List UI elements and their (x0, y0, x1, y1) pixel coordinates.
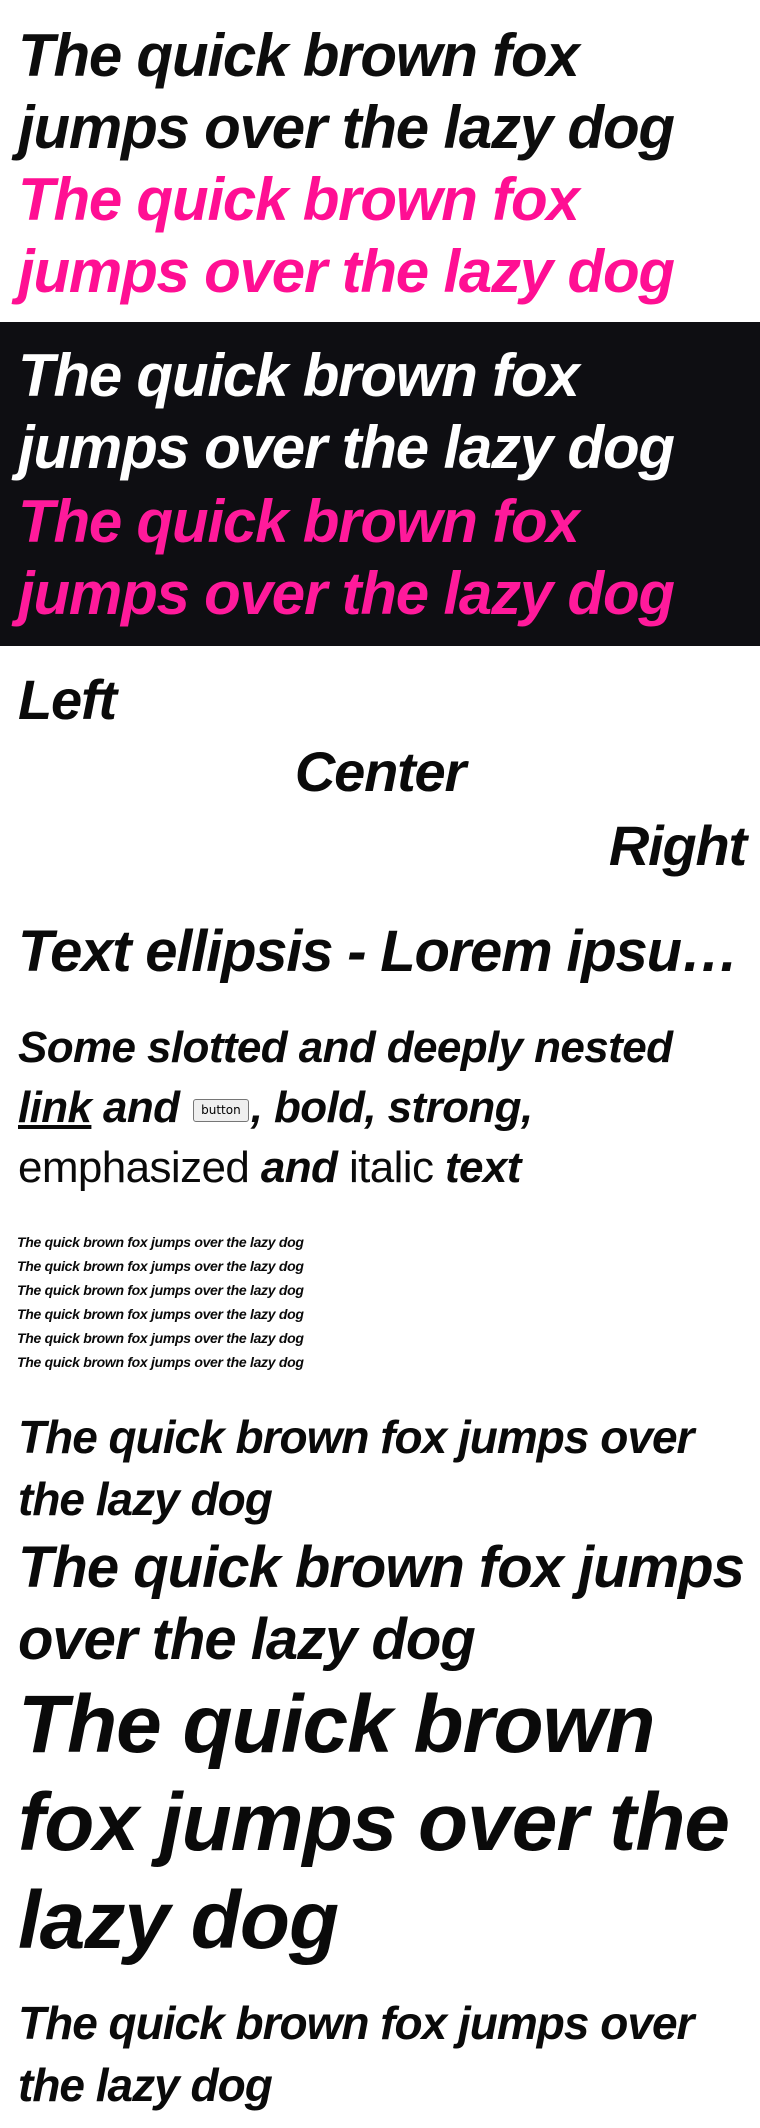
light-accent-heading: The quick brown fox jumps over the lazy … (18, 166, 675, 305)
slotted-text: text (445, 1143, 521, 1192)
small-text-line: The quick brown fox jumps over the lazy … (17, 1282, 304, 1298)
size-sample-large: The quick brown fox jumps over the lazy … (18, 1535, 745, 1672)
size-sample-xlarge: The quick brown fox jumps over the lazy … (18, 1679, 730, 1966)
slotted-bold: bold (273, 1083, 365, 1132)
ellipsis-text: Text ellipsis - Lorem ipsum dolor sit am… (18, 919, 742, 984)
slotted-emphasized: emphasized (18, 1143, 250, 1192)
small-text-line: The quick brown fox jumps over the lazy … (17, 1330, 304, 1346)
size-sample-medium: The quick brown fox jumps over the lazy … (18, 1411, 694, 1525)
align-right-text: Right (608, 814, 747, 877)
slotted-paragraph: Some slotted and deeply nested link and … (18, 1018, 742, 1198)
align-left-text: Left (18, 668, 117, 731)
dark-default-heading: The quick brown fox jumps over the lazy … (18, 342, 675, 481)
size-sample-medium-repeat: The quick brown fox jumps over the lazy … (18, 1997, 694, 2111)
slotted-and-2: and (260, 1143, 338, 1192)
small-text-line: The quick brown fox jumps over the lazy … (17, 1258, 304, 1274)
slotted-comma-2: , (520, 1083, 533, 1132)
dark-accent-heading: The quick brown fox jumps over the lazy … (18, 488, 675, 627)
slotted-strong: strong (387, 1083, 522, 1132)
small-text-line: The quick brown fox jumps over the lazy … (17, 1306, 304, 1322)
slotted-button[interactable]: button (193, 1098, 249, 1122)
slotted-comma-after-button: , (250, 1083, 263, 1132)
light-theme-section: The quick brown fox jumps over the lazy … (0, 0, 760, 322)
align-center-text: Center (294, 740, 466, 803)
small-text-list: The quick brown fox jumps over the lazy … (17, 1230, 517, 1374)
slotted-comma-1: , (364, 1083, 377, 1132)
slotted-link[interactable]: link (18, 1083, 92, 1132)
light-default-heading: The quick brown fox jumps over the lazy … (18, 22, 675, 161)
small-text-line: The quick brown fox jumps over the lazy … (17, 1234, 304, 1250)
dark-theme-section: The quick brown fox jumps over the lazy … (0, 322, 760, 646)
slotted-intro: Some slotted and deeply nested (18, 1023, 673, 1072)
small-text-line: The quick brown fox jumps over the lazy … (17, 1354, 304, 1370)
slotted-italic: italic (348, 1143, 434, 1192)
slotted-and-1: and (103, 1083, 180, 1132)
